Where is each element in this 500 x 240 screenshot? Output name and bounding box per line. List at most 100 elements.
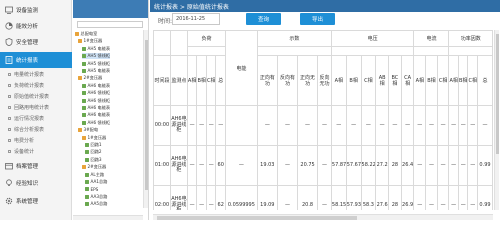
tree-node[interactable]: AH5 馈线柜	[82, 53, 111, 60]
subnav-label: 设备统计	[14, 148, 35, 155]
report-icon	[4, 56, 13, 65]
tree-node[interactable]: AH6 馈线柜	[82, 120, 110, 126]
cell-ua: 58.15	[330, 185, 347, 210]
subnav-label: 原始值统计报表	[14, 93, 50, 100]
cell-load-c: —	[205, 145, 217, 186]
export-button[interactable]: 导出	[300, 13, 335, 25]
tree-node[interactable]: AH6 电能表	[82, 105, 110, 111]
tree-node-label: AH6 电能表	[87, 105, 111, 110]
node-icon	[85, 194, 89, 199]
cell-point: AH6电源进线柜	[169, 185, 188, 210]
nav-label: 设备监测	[16, 8, 39, 14]
nav-item-energy-analysis[interactable]: 能效分析	[0, 18, 72, 34]
archive-icon	[4, 162, 13, 171]
tree-node[interactable]: 回路1	[85, 142, 102, 148]
tree-node[interactable]: 总配电室	[75, 31, 97, 37]
tree-node[interactable]: 1#变压器	[78, 38, 102, 44]
breadcrumb: 统计报表 > 原始值统计报表	[150, 0, 500, 12]
tree-node-label: AA3总路	[90, 193, 108, 199]
tree-node-label: AH5 馈线柜	[87, 60, 111, 66]
subnav-raw-value-report[interactable]: 原始值统计报表	[0, 91, 72, 101]
tree-node-label: AH5 电能表	[87, 45, 111, 51]
subheader: C相	[436, 55, 450, 106]
table-header-spacer-row	[154, 46, 493, 56]
node-icon	[82, 54, 86, 59]
tree-node[interactable]: AA5总路	[85, 201, 107, 207]
tree-node[interactable]: 1#变压器	[82, 135, 106, 141]
table-vertical-scrollbar[interactable]	[494, 30, 499, 210]
nav-item-device-monitor[interactable]: 设备监测	[0, 2, 72, 18]
subnav-label: 运行情况报表	[14, 115, 45, 122]
cell-pos-active: 19.03	[256, 145, 278, 186]
col-header-power-factor: 功率因数	[448, 30, 493, 47]
tree-node[interactable]: AH5 馈线柜	[82, 61, 110, 67]
tree-node[interactable]: 2#变压器	[78, 75, 102, 81]
tree-node[interactable]: AH5 电能表	[82, 68, 110, 74]
subnav-operation-report[interactable]: 运行情况报表	[0, 113, 72, 123]
cell-pos-reactive: 20.8	[296, 185, 319, 210]
tree-node-label: EPS	[90, 186, 99, 192]
nav-label: 档案管理	[16, 164, 39, 170]
tree-node[interactable]: AL主路	[85, 172, 104, 178]
nav-item-system[interactable]: 系统管理	[0, 193, 72, 209]
cell-rev-active: —	[276, 185, 299, 210]
tree-node[interactable]: AH6 馈线柜	[82, 98, 110, 104]
tree-search-input[interactable]	[77, 21, 143, 28]
tree-node[interactable]: AH6 电能表	[82, 112, 110, 118]
monitor-icon	[4, 6, 13, 15]
node-icon	[78, 76, 82, 81]
scrollbar-thumb[interactable]	[144, 40, 148, 190]
subnav-label: 电量统计报表	[14, 71, 45, 78]
query-button[interactable]: 查询	[246, 13, 281, 25]
tree-node[interactable]: AH6 馈线柜	[82, 90, 110, 96]
header-spacer	[186, 46, 227, 56]
tree-node[interactable]: 回路3	[85, 157, 102, 163]
subnav-circuit-report[interactable]: 回路用电统计表	[0, 102, 72, 112]
subheader: B相	[457, 55, 469, 106]
subnav-device-stats[interactable]: 设备统计	[0, 146, 72, 156]
node-icon	[82, 61, 86, 66]
subnav-composite-report[interactable]: 综合分析报表	[0, 124, 72, 134]
date-input[interactable]: 2016-11-25	[172, 13, 220, 25]
subheader: 反向无功	[317, 55, 332, 106]
tree-node-label: AA5总路	[90, 201, 108, 207]
nav-item-reports[interactable]: 统计报表	[0, 52, 72, 68]
subheader: B相	[345, 55, 362, 106]
col-header-load: 负荷	[186, 30, 227, 47]
subnav-energy-report[interactable]: 电量统计报表	[0, 69, 72, 79]
cell-ub: 57.67	[345, 145, 362, 186]
scrollbar-thumb[interactable]	[157, 216, 357, 220]
tree-node[interactable]: AH6 电能表	[82, 83, 110, 89]
tree-node[interactable]: AH5 电能表	[82, 46, 110, 52]
tree-node[interactable]: 回路2	[85, 149, 102, 155]
table-horizontal-scrollbar[interactable]	[153, 214, 493, 220]
nav-item-knowledge[interactable]: 经验知识	[0, 175, 72, 191]
subnav-load-report[interactable]: 负荷统计报表	[0, 80, 72, 90]
node-icon	[82, 165, 86, 170]
main-panel: 统计报表 > 原始值统计报表 时间: 2016-11-25 查询 导出 负荷 电…	[150, 0, 500, 220]
subheader: A相	[448, 55, 459, 106]
tree-horizontal-scrollbar[interactable]	[73, 215, 143, 220]
cell-load-b: —	[196, 145, 207, 186]
cell-uc: 58.3	[360, 185, 377, 210]
node-icon	[82, 91, 86, 96]
tree-scrollbar[interactable]	[143, 30, 148, 208]
col-header-voltage: 电压	[330, 30, 415, 47]
tree-node[interactable]: EPS	[85, 186, 98, 192]
cell-pfa: —	[448, 145, 459, 186]
nav-item-safety[interactable]: 安全管理	[0, 34, 72, 50]
chart-icon	[4, 22, 13, 31]
tree-node[interactable]: 2#变压器	[82, 164, 106, 170]
scrollbar-thumb[interactable]	[495, 34, 499, 154]
tree-node-label: AH5 馈线柜	[87, 53, 111, 59]
subheader: A相	[186, 55, 198, 106]
subnav-electricity-fee[interactable]: 电费分析	[0, 135, 72, 145]
nav-item-archives[interactable]: 档案管理	[0, 158, 72, 174]
tree-node[interactable]: AA3总路	[85, 194, 107, 200]
bulb-icon	[4, 179, 13, 188]
subheader: AB相	[375, 55, 390, 106]
tree-node[interactable]: AA1总路	[85, 179, 107, 185]
cell-pfa: —	[448, 105, 459, 146]
tree-node[interactable]: 3#配电	[78, 127, 98, 133]
col-header-point	[169, 30, 188, 56]
